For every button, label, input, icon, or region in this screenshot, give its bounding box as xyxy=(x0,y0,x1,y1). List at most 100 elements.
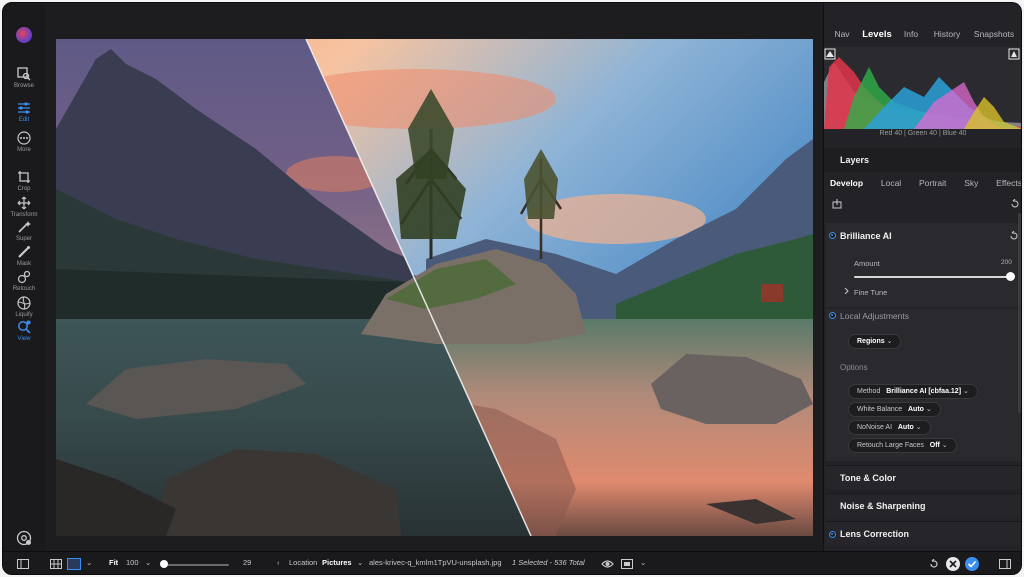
tab-levels[interactable]: Levels xyxy=(860,25,894,45)
close-icon xyxy=(949,560,957,568)
fine-tune-toggle[interactable]: Fine Tune xyxy=(854,288,887,297)
apply-button[interactable] xyxy=(965,557,979,571)
local-adjustments-toggle[interactable] xyxy=(829,312,836,319)
location-label: Location xyxy=(289,558,318,567)
preset-save-icon[interactable] xyxy=(832,199,842,209)
grid-view-icon[interactable] xyxy=(50,559,62,569)
local-adjustments-title[interactable]: Local Adjustments xyxy=(840,311,909,321)
lens-correction-title: Lens Correction xyxy=(840,529,910,539)
undo-icon[interactable] xyxy=(929,559,939,569)
tool-liquify[interactable]: Liquify xyxy=(3,296,45,318)
zoom-slider-track[interactable] xyxy=(161,564,229,566)
location-value[interactable]: Pictures xyxy=(322,558,352,567)
selection-count: 1 Selected - 536 Total xyxy=(512,558,585,567)
tab-history[interactable]: History xyxy=(928,25,966,45)
checkmark-icon xyxy=(967,560,977,568)
mask-icon xyxy=(18,246,30,258)
histogram-rgb-readout: Red 40 | Green 40 | Blue 40 xyxy=(879,130,967,137)
photo-canvas[interactable] xyxy=(56,39,813,536)
chevron-down-icon[interactable]: ⌄ xyxy=(145,558,151,567)
tool-retouch[interactable]: Retouch xyxy=(3,270,45,292)
tool-transform[interactable]: Transform xyxy=(3,196,45,218)
lens-correction-toggle[interactable] xyxy=(829,531,836,538)
chevron-down-icon: ⌄ xyxy=(941,442,948,449)
subtab-portrait[interactable]: Portrait xyxy=(919,178,946,188)
layers-bar[interactable]: Layers xyxy=(824,148,1021,172)
subtab-effects[interactable]: Effects xyxy=(996,178,1021,188)
chevron-down-icon: ⌄ xyxy=(925,406,932,413)
amount-slider-track[interactable] xyxy=(854,276,1009,278)
noise-sharpening-section[interactable]: Noise & Sharpening xyxy=(826,493,1021,517)
white-balance-dropdown[interactable]: White Balance Auto ⌄ xyxy=(848,402,941,417)
regions-dropdown[interactable]: Regions ⌄ xyxy=(848,334,902,349)
chevron-down-icon[interactable]: ⌄ xyxy=(640,558,646,567)
method-value: Brilliance AI [cbfaa.12] xyxy=(886,388,962,395)
sidebar-toggle-icon[interactable] xyxy=(17,559,29,569)
tab-snapshots[interactable]: Snapshots xyxy=(966,25,1021,45)
tab-nav[interactable]: Nav xyxy=(824,25,860,45)
landscape-photo xyxy=(56,39,813,536)
tool-edit[interactable]: Edit xyxy=(3,101,45,123)
nonoise-dropdown[interactable]: NoNoise AI Auto ⌄ xyxy=(848,420,931,435)
tool-super[interactable]: Super xyxy=(3,220,45,242)
chevron-down-icon: ⌄ xyxy=(962,388,969,395)
cancel-button[interactable] xyxy=(946,557,960,571)
chevron-down-icon[interactable]: ⌄ xyxy=(86,558,92,567)
right-panel: Nav Levels Info History Snapshots Red 40… xyxy=(823,3,1021,551)
app-logo-icon[interactable] xyxy=(16,27,32,43)
tool-more[interactable]: More xyxy=(3,131,45,153)
single-view-icon[interactable] xyxy=(67,558,81,570)
browse-icon xyxy=(17,67,31,81)
tool-liquify-label: Liquify xyxy=(15,312,33,318)
retouch-large-faces-dropdown[interactable]: Retouch Large Faces Off ⌄ xyxy=(848,438,957,453)
panel-toggle-icon[interactable] xyxy=(999,559,1011,569)
transform-icon xyxy=(17,196,31,210)
subtab-develop[interactable]: Develop xyxy=(830,178,863,188)
bottom-bar: ⌄ Fit 100 ⌄ 29 ‹ Location Pictures ⌄ ale… xyxy=(3,551,1021,574)
levels-histogram xyxy=(824,47,1021,129)
left-toolbar: Browse Edit More Crop Transform Super Ma… xyxy=(3,3,45,551)
zoom-value[interactable]: 100 xyxy=(126,558,139,567)
tool-edit-label: Edit xyxy=(18,117,30,123)
compare-view-icon[interactable] xyxy=(621,559,633,569)
retouch-icon xyxy=(17,270,31,284)
brilliance-ai-toggle[interactable] xyxy=(829,232,836,239)
tool-crop[interactable]: Crop xyxy=(3,170,45,192)
subtab-sky[interactable]: Sky xyxy=(964,178,978,188)
zoom-slider-value: 29 xyxy=(243,558,252,567)
view-icon xyxy=(18,320,31,334)
super-icon xyxy=(18,221,31,233)
panel-tabs: Nav Levels Info History Snapshots xyxy=(824,25,1021,45)
app-window: Browse Edit More Crop Transform Super Ma… xyxy=(2,2,1022,575)
lens-correction-section[interactable]: Lens Correction xyxy=(826,521,1021,545)
panel-scrollbar[interactable] xyxy=(1018,213,1021,413)
subtab-local[interactable]: Local xyxy=(881,178,901,188)
tool-view[interactable]: View xyxy=(3,320,45,342)
tab-info[interactable]: Info xyxy=(894,25,928,45)
tool-crop-label: Crop xyxy=(17,186,31,192)
white-balance-label: White Balance xyxy=(857,406,903,413)
options-title: Options xyxy=(840,363,868,372)
amount-slider-thumb[interactable] xyxy=(1006,272,1015,281)
chevron-down-icon[interactable]: ⌄ xyxy=(357,558,363,567)
histogram-graph xyxy=(824,48,1021,129)
tool-browse[interactable]: Browse xyxy=(3,67,45,89)
eye-icon[interactable] xyxy=(601,559,614,569)
chevron-down-icon: ⌄ xyxy=(915,424,922,431)
zoom-slider-thumb[interactable] xyxy=(160,560,168,568)
brilliance-ai-title[interactable]: Brilliance AI xyxy=(840,231,892,241)
tool-transform-label: Transform xyxy=(10,212,38,218)
tool-view-label: View xyxy=(17,336,31,342)
reset-icon[interactable] xyxy=(1010,199,1020,209)
noise-sharpening-title: Noise & Sharpening xyxy=(840,501,926,511)
settings-help-icon[interactable] xyxy=(16,530,32,546)
tone-color-section[interactable]: Tone & Color xyxy=(826,465,1021,489)
chevron-right-icon xyxy=(844,288,849,294)
tool-mask[interactable]: Mask xyxy=(3,245,45,267)
zoom-fit-label[interactable]: Fit xyxy=(109,558,118,567)
method-label: Method xyxy=(857,388,881,395)
method-dropdown[interactable]: Method Brilliance AI [cbfaa.12] ⌄ xyxy=(848,384,978,399)
liquify-icon xyxy=(17,296,31,310)
chevron-left-icon[interactable]: ‹ xyxy=(277,558,280,567)
amount-label: Amount xyxy=(854,259,880,268)
